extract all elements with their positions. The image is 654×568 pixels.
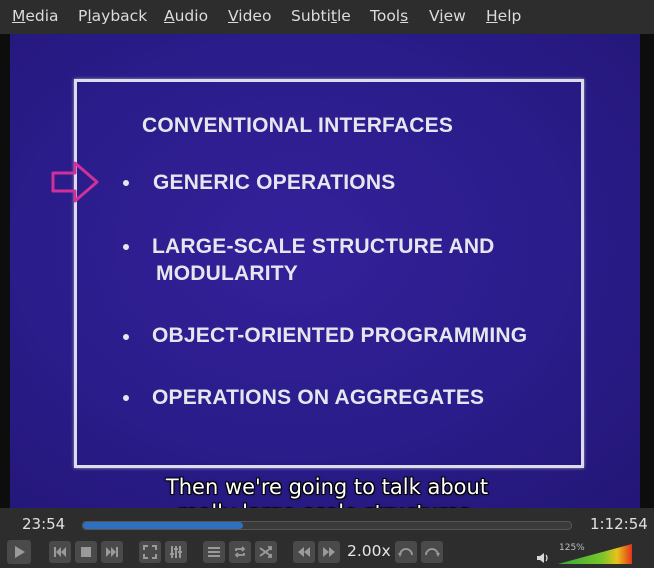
menu-subtitle[interactable]: Subtitle: [291, 7, 351, 25]
stop-icon: [81, 547, 91, 557]
playlist-icon: [208, 547, 220, 557]
bullet-dot-icon: [123, 244, 129, 250]
play-button[interactable]: [7, 540, 31, 564]
bullet-dot-icon: [123, 180, 129, 186]
playlist-button[interactable]: [203, 541, 225, 563]
skip-next-icon: [106, 547, 118, 557]
speaker-icon[interactable]: [536, 552, 550, 564]
stop-button[interactable]: [75, 541, 97, 563]
player-controls: 23:54 1:12:54 2.00x 125%: [0, 508, 654, 568]
subtitle-line-2: really large-scale structures.: [0, 500, 654, 508]
playback-rate[interactable]: 2.00x: [347, 542, 391, 560]
extended-settings-button[interactable]: [165, 541, 187, 563]
slide-title: CONVENTIONAL INTERFACES: [142, 114, 454, 137]
menu-audio[interactable]: Audio: [164, 7, 208, 25]
menu-bar: Media Playback Audio Video Subtitle Tool…: [0, 0, 654, 34]
fast-forward-icon: [323, 547, 335, 557]
slide-bullet-continuation: MODULARITY: [156, 262, 298, 285]
rewind-icon: [298, 547, 310, 557]
lecture-slide: CONVENTIONAL INTERFACES GENERIC OPERATIO…: [10, 34, 640, 508]
step-back-button[interactable]: [395, 541, 417, 563]
video-surface[interactable]: CONVENTIONAL INTERFACES GENERIC OPERATIO…: [0, 34, 654, 508]
menu-media[interactable]: Media: [12, 7, 59, 25]
seek-slider[interactable]: [82, 521, 572, 530]
menu-video[interactable]: Video: [228, 7, 271, 25]
slide-bullet: OPERATIONS ON AGGREGATES: [152, 386, 485, 409]
bullet-dot-icon: [123, 334, 129, 340]
slide-bullet: GENERIC OPERATIONS: [153, 171, 396, 194]
play-icon: [15, 546, 25, 558]
pointer-arrow-icon: [51, 161, 99, 203]
menu-help[interactable]: Help: [486, 7, 521, 25]
jump-forward-icon: [425, 548, 440, 557]
volume-level: [558, 544, 632, 564]
subtitle-overlay: Then we're going to talk about really la…: [0, 474, 654, 508]
equalizer-icon: [170, 546, 182, 558]
total-time[interactable]: 1:12:54: [590, 515, 648, 533]
loop-icon: [234, 546, 246, 558]
bullet-dot-icon: [123, 395, 129, 401]
previous-button[interactable]: [49, 541, 71, 563]
slower-button[interactable]: [293, 541, 315, 563]
faster-button[interactable]: [318, 541, 340, 563]
fullscreen-button[interactable]: [139, 541, 161, 563]
slide-bullet: LARGE-SCALE STRUCTURE AND: [152, 235, 495, 258]
loop-button[interactable]: [229, 541, 251, 563]
slide-bullet: OBJECT-ORIENTED PROGRAMMING: [152, 324, 528, 347]
menu-playback[interactable]: Playback: [78, 7, 147, 25]
jump-backward-icon: [398, 548, 413, 557]
skip-previous-icon: [54, 547, 66, 557]
elapsed-time[interactable]: 23:54: [22, 515, 65, 533]
seek-progress: [83, 522, 244, 529]
fullscreen-icon: [143, 545, 157, 559]
menu-tools[interactable]: Tools: [370, 7, 408, 25]
volume-slider[interactable]: [558, 544, 632, 564]
step-forward-button[interactable]: [421, 541, 443, 563]
shuffle-button[interactable]: [255, 541, 277, 563]
next-button[interactable]: [101, 541, 123, 563]
shuffle-icon: [259, 546, 272, 558]
menu-view[interactable]: View: [429, 7, 466, 25]
subtitle-line-1: Then we're going to talk about: [165, 475, 489, 499]
